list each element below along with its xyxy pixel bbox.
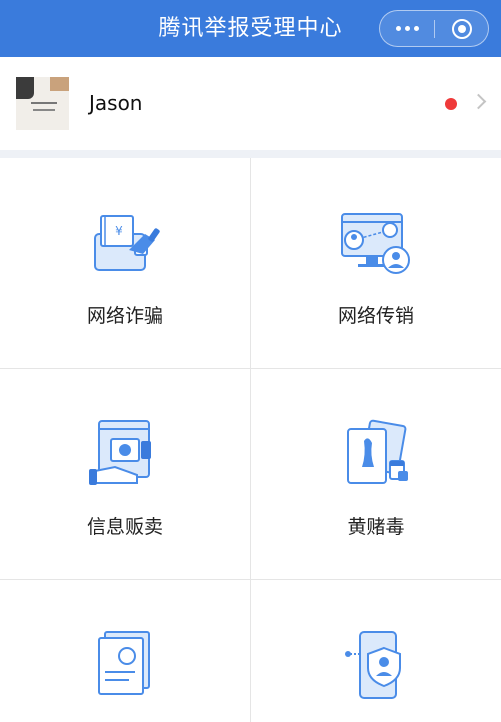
wallet-card-icon: ¥ bbox=[94, 215, 160, 271]
avatar bbox=[16, 77, 69, 130]
category-legal[interactable] bbox=[0, 580, 251, 722]
user-profile-row[interactable]: Jason bbox=[0, 57, 501, 150]
cards-icon bbox=[347, 419, 408, 484]
navigation-bar: 腾讯举报受理中心 bbox=[0, 0, 501, 57]
category-fraud[interactable]: ¥ 网络诈骗 bbox=[0, 158, 251, 368]
capsule-menu bbox=[379, 10, 489, 47]
category-security[interactable] bbox=[251, 580, 501, 722]
category-label: 黄赌毒 bbox=[347, 516, 405, 538]
miniprogram-close-icon[interactable] bbox=[435, 11, 489, 46]
section-divider bbox=[0, 150, 501, 158]
data-trade-icon bbox=[89, 420, 151, 485]
category-pyramid[interactable]: 网络传销 bbox=[251, 158, 501, 368]
category-label: 网络诈骗 bbox=[86, 305, 163, 327]
network-people-icon bbox=[341, 213, 410, 274]
category-porn-gambling-drugs[interactable]: 黄赌毒 bbox=[251, 369, 501, 579]
category-grid: ¥ 网络诈骗 网络传销 信息贩卖 黄赌毒 bbox=[0, 158, 501, 722]
chevron-right-icon bbox=[470, 93, 487, 110]
phone-shield-icon bbox=[345, 631, 401, 699]
category-info-trade[interactable]: 信息贩卖 bbox=[0, 369, 251, 579]
category-label: 网络传销 bbox=[337, 305, 414, 327]
user-name: Jason bbox=[89, 91, 143, 115]
notification-dot bbox=[445, 98, 457, 110]
category-label: 信息贩卖 bbox=[86, 516, 163, 538]
legal-document-icon bbox=[98, 631, 150, 695]
more-dots-icon[interactable] bbox=[380, 11, 434, 46]
svg-text:¥: ¥ bbox=[115, 224, 123, 238]
